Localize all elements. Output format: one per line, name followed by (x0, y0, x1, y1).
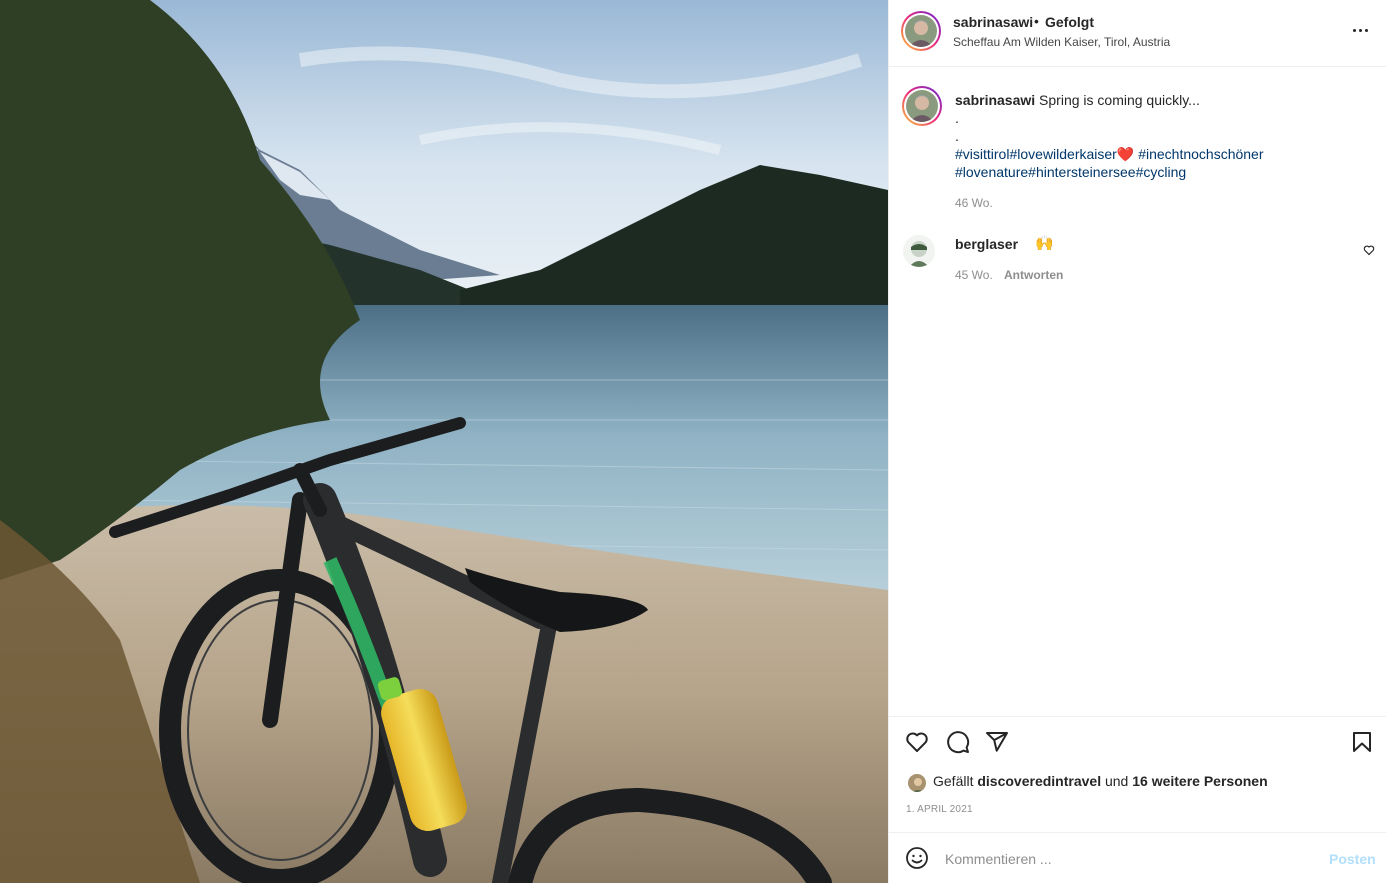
likes-summary: Gefällt discoveredintravel und 16 weiter… (933, 773, 1268, 789)
share-paper-plane-icon[interactable] (985, 730, 1011, 756)
caption-timestamp[interactable]: 46 Wo. (955, 196, 993, 210)
lake-bicycle-image (0, 0, 888, 883)
reply-button[interactable]: Antworten (1004, 268, 1063, 282)
avatar-image (906, 90, 938, 122)
post-photo[interactable] (0, 0, 888, 883)
comment-username[interactable]: berglaser (955, 236, 1018, 252)
comment-input[interactable] (945, 848, 1305, 870)
likes-and: und (1104, 773, 1129, 789)
commenter-avatar[interactable] (903, 235, 935, 267)
likes-prefix: Gefällt (933, 773, 974, 789)
comment-icon[interactable] (946, 730, 972, 756)
avatar-image (905, 15, 937, 47)
header-separator: • (1034, 13, 1039, 29)
post-comment-button[interactable]: Posten (1329, 851, 1376, 867)
hashtag-link[interactable]: #visittirol (955, 146, 1009, 162)
comment-timestamp[interactable]: 45 Wo. (955, 268, 993, 282)
caption-text: Spring is coming quickly... (1039, 92, 1200, 108)
hashtag-link[interactable]: #hintersteinersee (1028, 164, 1135, 180)
caption-dot: . (955, 110, 959, 126)
liker-avatar[interactable] (907, 773, 927, 793)
hashtag-link[interactable]: #inechtnochschöner (1138, 146, 1263, 162)
smiley-icon[interactable] (905, 846, 931, 872)
liker-username[interactable]: discoveredintravel (977, 773, 1101, 789)
save-bookmark-icon[interactable] (1350, 730, 1376, 756)
caption-username[interactable]: sabrinasawi (955, 92, 1035, 108)
divider (889, 716, 1386, 717)
divider (889, 832, 1386, 833)
like-heart-icon[interactable] (905, 730, 931, 756)
likes-others-link[interactable]: 16 weitere Personen (1132, 773, 1267, 789)
caption-dot: . (955, 128, 959, 144)
hashtag-link[interactable]: #lovewilderkaiser (1009, 146, 1116, 162)
post-caption: sabrinasawi Spring is coming quickly... … (955, 91, 1365, 181)
hashtag-link[interactable]: #lovenature (955, 164, 1028, 180)
more-options-icon[interactable] (1351, 19, 1371, 39)
post-header: sabrinasawi • Gefolgt Scheffau Am Wilden… (889, 0, 1386, 67)
post-location[interactable]: Scheffau Am Wilden Kaiser, Tirol, Austri… (953, 35, 1170, 49)
author-username[interactable]: sabrinasawi (953, 14, 1033, 30)
heart-emoji: ❤️ (1116, 146, 1135, 162)
post-date[interactable]: 1. April 2021 (906, 804, 973, 815)
author-avatar[interactable] (901, 11, 941, 51)
comment-like-heart-icon[interactable] (1363, 243, 1375, 256)
post-sidebar: sabrinasawi • Gefolgt Scheffau Am Wilden… (888, 0, 1386, 883)
follow-status-button[interactable]: Gefolgt (1045, 14, 1094, 30)
hashtag-link[interactable]: #cycling (1136, 164, 1187, 180)
comment-text: 🙌 (1035, 235, 1054, 252)
caption-avatar[interactable] (902, 86, 942, 126)
avatar-image (903, 235, 935, 267)
